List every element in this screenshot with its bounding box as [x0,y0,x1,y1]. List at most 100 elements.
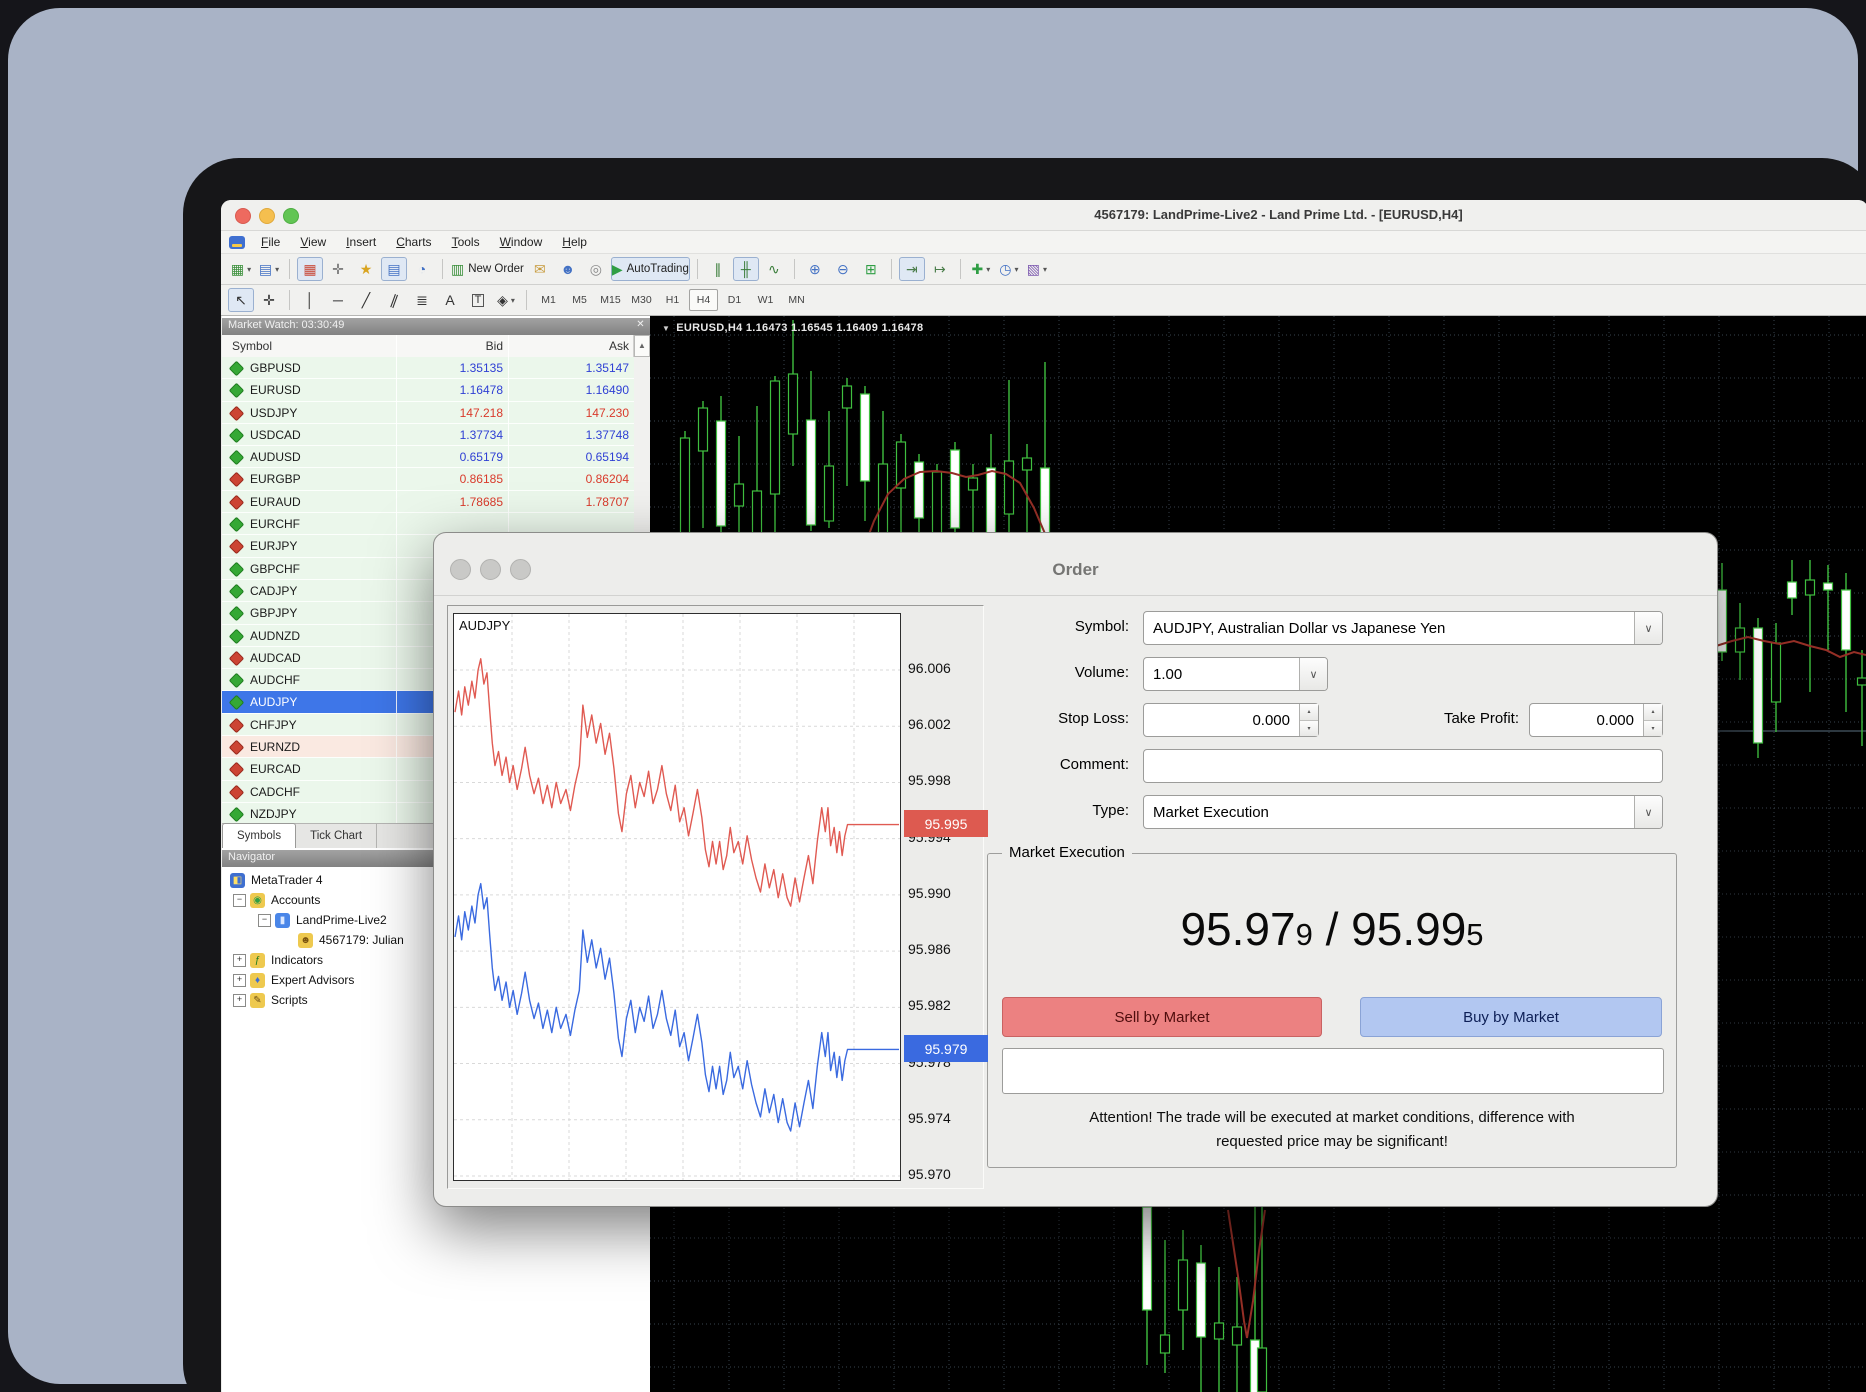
volume-label: Volume: [979,664,1129,681]
comment-input[interactable] [1143,749,1663,783]
account-person-icon: ☻ [298,933,313,948]
tab-tick-chart[interactable]: Tick Chart [296,824,377,848]
trend-down-icon [229,495,245,511]
close-button[interactable] [235,208,251,224]
news-icon[interactable]: ◎ [583,257,609,281]
indicators-list-icon[interactable]: ✚▾ [968,257,994,281]
data-window-icon[interactable]: ✛ [325,257,351,281]
timeframe-w1[interactable]: W1 [751,289,780,311]
chart-dropdown-icon[interactable]: ▼ [662,324,670,333]
take-profit-stepper[interactable]: ▴▾ [1643,704,1662,736]
trend-up-icon [229,428,245,444]
menu-item-tools[interactable]: Tools [442,233,490,251]
zoom-out-icon[interactable]: ⊖ [830,257,856,281]
bar-chart-mode-icon[interactable]: ∥ [705,257,731,281]
zoom-in-icon[interactable]: ⊕ [802,257,828,281]
market-watch-row-eurusd[interactable]: EURUSD1.164781.16490 [222,379,634,401]
market-watch-row-euraud[interactable]: EURAUD1.786851.78707 [222,491,634,513]
templates-icon[interactable]: ▧▾ [1024,257,1050,281]
current-prices: 95.979 / 95.995 [988,902,1676,956]
collapse-icon[interactable]: − [258,914,271,927]
chevron-down-icon[interactable]: ∨ [1299,658,1327,690]
minimize-button[interactable] [259,208,275,224]
sell-button[interactable]: Sell by Market [1002,997,1322,1037]
timeframe-d1[interactable]: D1 [720,289,749,311]
navigator-toggle-icon[interactable]: ★ [353,257,379,281]
expand-icon[interactable]: + [233,974,246,987]
symbol-select[interactable]: AUDJPY, Australian Dollar vs Japanese Ye… [1143,611,1663,645]
trend-up-icon [229,673,245,689]
market-watch-row-gbpusd[interactable]: GBPUSD1.351351.35147 [222,357,634,379]
take-profit-input[interactable]: 0.000 ▴▾ [1529,703,1663,737]
tick-scale-label: 95.998 [908,772,978,788]
trendline-icon[interactable]: ╱ [353,288,379,312]
candle-chart-mode-icon[interactable]: ╫ [733,257,759,281]
crosshair-icon[interactable]: ✛ [256,288,282,312]
buy-button[interactable]: Buy by Market [1360,997,1662,1037]
menu-item-file[interactable]: File [251,233,290,251]
type-select[interactable]: Market Execution ∨ [1143,795,1663,829]
market-watch-row-usdcad[interactable]: USDCAD1.377341.37748 [222,424,634,446]
order-dialog: Order AUDJPY 96.00696.00295.99895.99495.… [433,532,1718,1207]
cursor-icon[interactable]: ↖ [228,288,254,312]
trend-up-icon [229,584,245,600]
tab-symbols[interactable]: Symbols [222,823,296,848]
timeframe-m15[interactable]: M15 [596,289,625,311]
trend-up-icon [229,695,245,711]
profiles-icon[interactable]: ▤▾ [256,257,282,281]
timeframe-h4[interactable]: H4 [689,289,718,311]
menu-item-help[interactable]: Help [552,233,597,251]
text-label-icon[interactable]: T [465,288,491,312]
expand-icon[interactable]: + [233,954,246,967]
text-icon[interactable]: A [437,288,463,312]
zoom-button[interactable] [283,208,299,224]
window-titlebar: 4567179: LandPrime-Live2 - Land Prime Lt… [221,200,1866,231]
horizontal-line-icon[interactable]: ─ [325,288,351,312]
market-watch-row-eurgbp[interactable]: EURGBP0.861850.86204 [222,468,634,490]
menu-item-view[interactable]: View [290,233,336,251]
stop-loss-stepper[interactable]: ▴▾ [1299,704,1318,736]
chevron-down-icon[interactable]: ∨ [1634,612,1662,644]
collapse-icon[interactable]: − [233,894,246,907]
fibonacci-icon[interactable]: ≣ [409,288,435,312]
market-watch-header: Market Watch: 03:30:49 ✕ [222,318,650,335]
new-order-button[interactable]: ▥New Order [450,257,525,281]
tile-windows-icon[interactable]: ⊞ [858,257,884,281]
column-ask[interactable]: Ask [609,339,629,353]
market-watch-toggle-icon[interactable]: ▦ [297,257,323,281]
community-icon[interactable]: ☻ [555,257,581,281]
scroll-up-icon[interactable]: ▲ [634,335,650,357]
auto-scroll-icon[interactable]: ⇥ [899,257,925,281]
timeframe-mn[interactable]: MN [782,289,811,311]
menu-item-charts[interactable]: Charts [386,233,441,251]
expand-icon[interactable]: + [233,994,246,1007]
market-watch-row-audusd[interactable]: AUDUSD0.651790.65194 [222,446,634,468]
autotrading-button[interactable]: ▶AutoTrading [611,257,690,281]
market-watch-row-usdjpy[interactable]: USDJPY147.218147.230 [222,402,634,424]
dropdown-icon: ▾ [511,296,515,305]
arrows-icon[interactable]: ◈▾ [493,288,519,312]
volume-select[interactable]: 1.00 ∨ [1143,657,1328,691]
timeframe-m5[interactable]: M5 [565,289,594,311]
market-watch-close-icon[interactable]: ✕ [634,319,647,330]
timeframe-m30[interactable]: M30 [627,289,656,311]
column-symbol[interactable]: Symbol [232,339,272,353]
timeframe-m1[interactable]: M1 [534,289,563,311]
terminal-toggle-icon[interactable]: ▤ [381,257,407,281]
strategy-tester-icon[interactable]: ◔ [409,257,435,281]
tick-scale-label: 96.006 [908,660,978,676]
chart-shift-icon[interactable]: ↦ [927,257,953,281]
menu-item-insert[interactable]: Insert [336,233,386,251]
menu-item-window[interactable]: Window [490,233,553,251]
equidistant-channel-icon[interactable]: ∥ [381,288,407,312]
periods-icon[interactable]: ◷▾ [996,257,1022,281]
vertical-line-icon[interactable]: │ [297,288,323,312]
stop-loss-input[interactable]: 0.000 ▴▾ [1143,703,1319,737]
chevron-down-icon[interactable]: ∨ [1634,796,1662,828]
line-chart-mode-icon[interactable]: ∿ [761,257,787,281]
new-chart-icon[interactable]: ▦▾ [228,257,254,281]
toolbar-separator [891,259,892,279]
timeframe-h1[interactable]: H1 [658,289,687,311]
column-bid[interactable]: Bid [486,339,503,353]
mailbox-icon[interactable]: ✉ [527,257,553,281]
